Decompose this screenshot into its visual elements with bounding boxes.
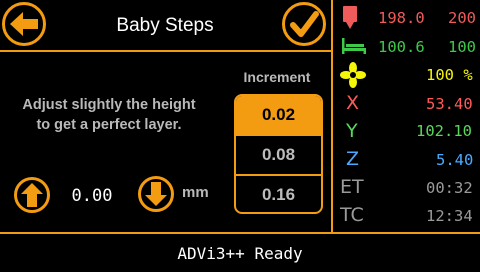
instruction-line-2: to get a perfect layer. [36,117,182,133]
time-counter: 12:34 [426,207,473,225]
page-title: Baby Steps [116,15,214,36]
hotend-current-temp: 198.0 [378,9,425,27]
x-axis-label: X [346,92,360,114]
elapsed-time-label: ET [340,176,364,198]
back-button[interactable] [2,2,46,46]
x-position: 53.40 [426,95,473,113]
time-counter-label: TC [340,204,364,226]
header-divider [0,50,331,52]
panel-divider [331,0,333,234]
z-position: 5.40 [436,151,474,169]
y-axis-label: Y [346,120,358,142]
y-position: 102.10 [416,122,472,140]
checkmark-icon [290,11,319,37]
arrow-up-icon [21,183,43,207]
elapsed-time: 00:32 [426,179,473,197]
hotend-target-temp: 200 [448,9,476,27]
increment-option-0-08[interactable]: 0.08 [236,136,321,174]
babystep-up-button[interactable] [14,177,50,213]
bed-current-temp: 100.6 [378,38,425,56]
bed-icon [342,38,366,54]
increment-option-0-16[interactable]: 0.16 [236,176,321,212]
fan-icon [340,62,366,88]
instruction-text: Adjust slightly the height to get a perf… [4,95,214,135]
babystep-down-button[interactable] [138,176,174,212]
hotend-icon [343,6,357,29]
arrow-down-icon [145,182,167,206]
status-message: ADVi3++ Ready [177,244,303,263]
offset-value: 0.00 [71,186,113,206]
increment-selector: 0.02 0.08 0.16 [234,94,323,214]
z-axis-label: Z [346,148,360,170]
footer-divider [0,232,480,234]
increment-option-0-02[interactable]: 0.02 [236,96,321,134]
instruction-line-1: Adjust slightly the height [22,97,196,113]
arrow-left-icon [10,12,38,36]
bed-target-temp: 100 [448,38,476,56]
confirm-button[interactable] [282,2,326,46]
fan-speed: 100 % [426,66,473,84]
unit-label: mm [182,184,209,201]
increment-label: Increment [243,69,311,85]
